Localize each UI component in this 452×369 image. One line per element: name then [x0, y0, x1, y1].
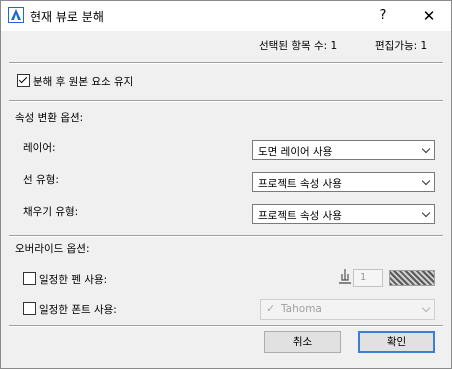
- uniform-pen-label: 일정한 펜 사용:: [39, 274, 108, 286]
- line-type-label: 선 유형:: [23, 174, 59, 186]
- close-button[interactable]: ✕: [415, 6, 443, 26]
- chevron-down-icon: [421, 303, 431, 313]
- window-title: 현재 뷰로 분해: [30, 10, 104, 24]
- divider: [9, 325, 443, 327]
- layer-select[interactable]: 도면 레이어 사용: [252, 140, 435, 160]
- chevron-down-icon: [421, 208, 431, 218]
- font-select[interactable]: ✓ Tahoma: [260, 299, 435, 320]
- attr-section-title: 속성 변환 옵션:: [15, 112, 84, 124]
- font-select-value: Tahoma: [281, 303, 322, 315]
- app-logo-icon: [8, 7, 24, 23]
- help-button[interactable]: ?: [369, 6, 397, 26]
- fill-type-label: 채우기 유형:: [23, 206, 79, 218]
- pen-number-input[interactable]: 1: [353, 269, 383, 287]
- title-bar: 현재 뷰로 분해 ? ✕: [1, 1, 451, 31]
- line-type-select-value: 프로젝트 속성 사용: [258, 178, 342, 190]
- divider: [9, 100, 443, 102]
- uniform-pen-checkbox[interactable]: [23, 272, 36, 285]
- cancel-button[interactable]: 취소: [264, 331, 341, 353]
- divider: [9, 62, 443, 64]
- pen-color-swatch[interactable]: [389, 270, 435, 286]
- pen-icon: [339, 269, 351, 284]
- override-section-title: 오버라이드 옵션:: [15, 243, 90, 255]
- layer-select-value: 도면 레이어 사용: [258, 146, 333, 158]
- keep-original-label: 분해 후 원본 요소 유지: [33, 76, 134, 88]
- line-type-select[interactable]: 프로젝트 속성 사용: [252, 172, 435, 192]
- keep-original-checkbox[interactable]: [17, 74, 30, 87]
- ok-button[interactable]: 확인: [358, 331, 435, 353]
- dialog-window: 현재 뷰로 분해 ? ✕ 선택된 항목 수: 1 편집가능: 1 분해 후 원본…: [0, 0, 452, 369]
- chevron-down-icon: [421, 144, 431, 154]
- divider: [9, 235, 443, 237]
- fill-type-select-value: 프로젝트 속성 사용: [258, 210, 342, 222]
- fill-type-select[interactable]: 프로젝트 속성 사용: [252, 204, 435, 224]
- selected-count: 선택된 항목 수: 1: [259, 40, 338, 52]
- uniform-font-checkbox[interactable]: [23, 302, 36, 315]
- editable-count: 편집가능: 1: [375, 40, 428, 52]
- chevron-down-icon: [421, 176, 431, 186]
- layer-label: 레이어:: [23, 142, 56, 154]
- checkmark-icon: ✓: [266, 302, 276, 315]
- uniform-font-label: 일정한 폰트 사용:: [39, 304, 117, 316]
